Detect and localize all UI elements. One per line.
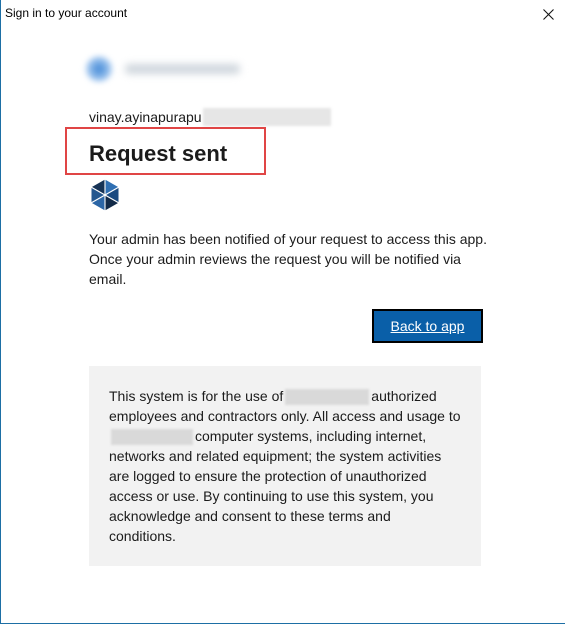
request-message: Your admin has been notified of your req… [89,231,487,287]
organization-name-redacted [125,64,240,74]
usage-notice-text: This system is for the use of authorized … [109,386,461,546]
page-title: Request sent [89,141,228,166]
notice-part-3: computer systems, including internet, ne… [109,428,442,544]
account-email: vinay.ayinapurapu [89,108,331,126]
window-title: Sign in to your account [5,6,128,20]
title-bar: Sign in to your account [1,0,565,28]
company-name-redacted [111,429,193,446]
company-name-redacted [285,389,370,406]
back-to-app-label: Back to app [390,318,465,334]
app-icon [90,178,120,212]
close-icon [542,8,554,20]
organization-logo [85,56,113,82]
usage-notice: This system is for the use of authorized … [89,366,481,566]
account-email-text: vinay.ayinapurapu [89,109,202,125]
notice-part-1: This system is for the use of [109,388,284,404]
organization-header [81,52,251,86]
email-redacted [202,108,331,126]
sign-in-window: Sign in to your account vinay.ayinapurap… [0,0,565,624]
back-to-app-button[interactable]: Back to app [372,309,483,343]
close-button[interactable] [531,0,565,28]
